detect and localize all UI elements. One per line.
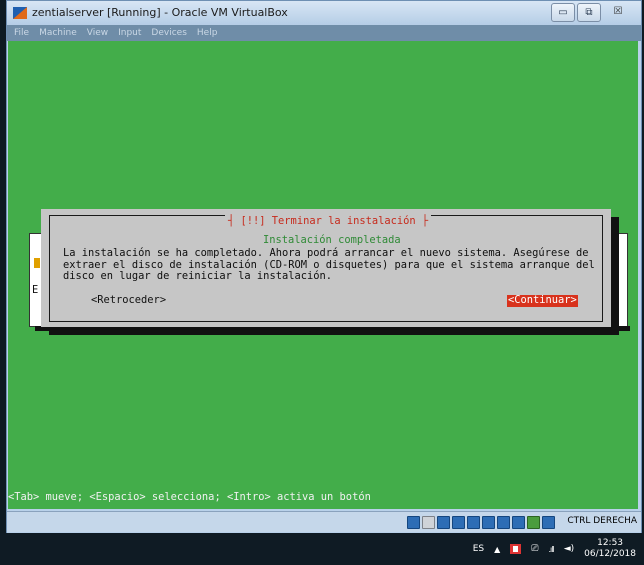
dialog-title-wrap: ┤ [!!] Terminar la instalación ├ (225, 209, 432, 228)
dialog-shadow-bottom (49, 327, 619, 335)
back-button[interactable]: <Retroceder> (91, 294, 166, 307)
background-text: E (32, 284, 39, 296)
continue-button[interactable]: <Continuar> (507, 294, 578, 307)
network-icon[interactable]: ⎚ (531, 544, 538, 554)
usb-icon[interactable] (437, 516, 450, 529)
vm-screen[interactable]: E ┤ [!!] Terminar la instalación ├ Insta… (8, 41, 638, 509)
host-key-label: CTRL DERECHA (567, 516, 637, 526)
dialog-shadow-right (611, 217, 619, 335)
close-button[interactable]: ☒ (603, 3, 633, 20)
cpu-icon[interactable] (512, 516, 525, 529)
dialog-subtitle: Instalación completada (263, 234, 401, 246)
menu-machine[interactable]: Machine (39, 28, 77, 38)
help-line: <Tab> mueve; <Espacio> selecciona; <Intr… (8, 491, 638, 506)
dialog-title: ┤ [!!] Terminar la instalación ├ (228, 215, 429, 227)
virtualbox-window: zentialserver [Running] - Oracle VM Virt… (6, 0, 642, 534)
mouse-integration-icon[interactable] (527, 516, 540, 529)
clock-date: 06/12/2018 (584, 549, 636, 559)
virtualbox-icon (13, 7, 27, 19)
status-icons (407, 516, 555, 529)
system-tray: ES ▲ ⎚ .ıll ◄) 12:53 06/12/2018 (473, 536, 636, 562)
clock-time: 12:53 (597, 538, 624, 548)
maximize-button[interactable]: ⧉ (577, 3, 601, 22)
title-bar[interactable]: zentialserver [Running] - Oracle VM Virt… (7, 1, 641, 25)
menu-devices[interactable]: Devices (151, 28, 186, 38)
menu-input[interactable]: Input (118, 28, 141, 38)
clock[interactable]: 12:53 06/12/2018 (584, 538, 636, 560)
shared-folder-icon[interactable] (452, 516, 465, 529)
network-icon[interactable] (482, 516, 495, 529)
action-center-flag-icon[interactable] (510, 544, 522, 554)
vm-status-bar: CTRL DERECHA (7, 511, 641, 532)
windows-taskbar: ES ▲ ⎚ .ıll ◄) 12:53 06/12/2018 (0, 533, 644, 565)
recording-icon[interactable] (497, 516, 510, 529)
optical-icon[interactable] (422, 516, 435, 529)
show-hidden-icons-icon[interactable]: ▲ (494, 545, 500, 554)
window-controls: ▭ ⧉ ☒ (551, 3, 633, 22)
menu-help[interactable]: Help (197, 28, 218, 38)
window-title: zentialserver [Running] - Oracle VM Virt… (32, 6, 288, 19)
background-marker (34, 258, 40, 268)
menu-view[interactable]: View (87, 28, 108, 38)
menu-bar: File Machine View Input Devices Help (7, 25, 641, 41)
minimize-button[interactable]: ▭ (551, 3, 575, 22)
host-key-icon[interactable] (542, 516, 555, 529)
finish-install-dialog: ┤ [!!] Terminar la instalación ├ Instala… (41, 209, 611, 327)
language-indicator[interactable]: ES (473, 544, 484, 554)
disk-icon[interactable] (407, 516, 420, 529)
volume-icon[interactable]: ◄) (564, 544, 574, 554)
display-icon[interactable] (467, 516, 480, 529)
dialog-message: La instalación se ha completado. Ahora p… (63, 247, 595, 282)
menu-file[interactable]: File (14, 28, 29, 38)
signal-icon[interactable]: .ıll (548, 545, 554, 554)
